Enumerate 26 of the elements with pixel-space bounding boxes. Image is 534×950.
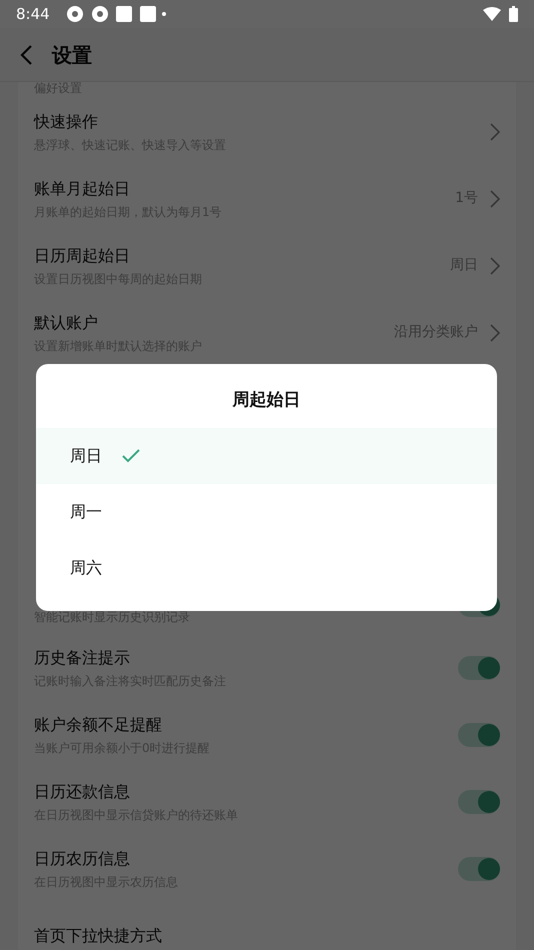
chevron-right-icon — [490, 256, 500, 274]
row-title: 账单月起始日 — [34, 178, 131, 200]
row-title: 默认账户 — [34, 312, 99, 334]
row-title: 日历周起始日 — [34, 244, 131, 266]
row-title: 账户余额不足提醒 — [34, 714, 163, 736]
chevron-right-icon — [490, 122, 500, 140]
status-time: 8:44 — [16, 4, 50, 25]
row-title: 首页下拉快捷方式 — [34, 924, 163, 946]
dialog-option[interactable]: 周日 — [36, 428, 497, 484]
check-icon — [122, 448, 140, 462]
toggle-switch[interactable] — [458, 856, 500, 880]
toggle-switch[interactable] — [458, 722, 500, 746]
chevron-right-icon — [490, 190, 500, 208]
toggle-switch[interactable] — [458, 790, 500, 814]
row-title: 日历农历信息 — [34, 848, 131, 870]
settings-row[interactable]: 首页下拉快捷方式 — [18, 902, 516, 950]
wifi-icon — [483, 7, 501, 21]
battery-icon — [509, 6, 518, 22]
back-icon[interactable] — [20, 44, 32, 64]
chevron-right-icon — [490, 324, 500, 342]
row-title: 日历还款信息 — [34, 780, 131, 802]
row-title: 历史备注提示 — [34, 646, 131, 668]
page-title: 设置 — [52, 42, 92, 68]
dialog-title: 周起始日 — [232, 389, 300, 412]
toggle-switch[interactable] — [458, 656, 500, 680]
row-title: 快速操作 — [34, 110, 99, 132]
